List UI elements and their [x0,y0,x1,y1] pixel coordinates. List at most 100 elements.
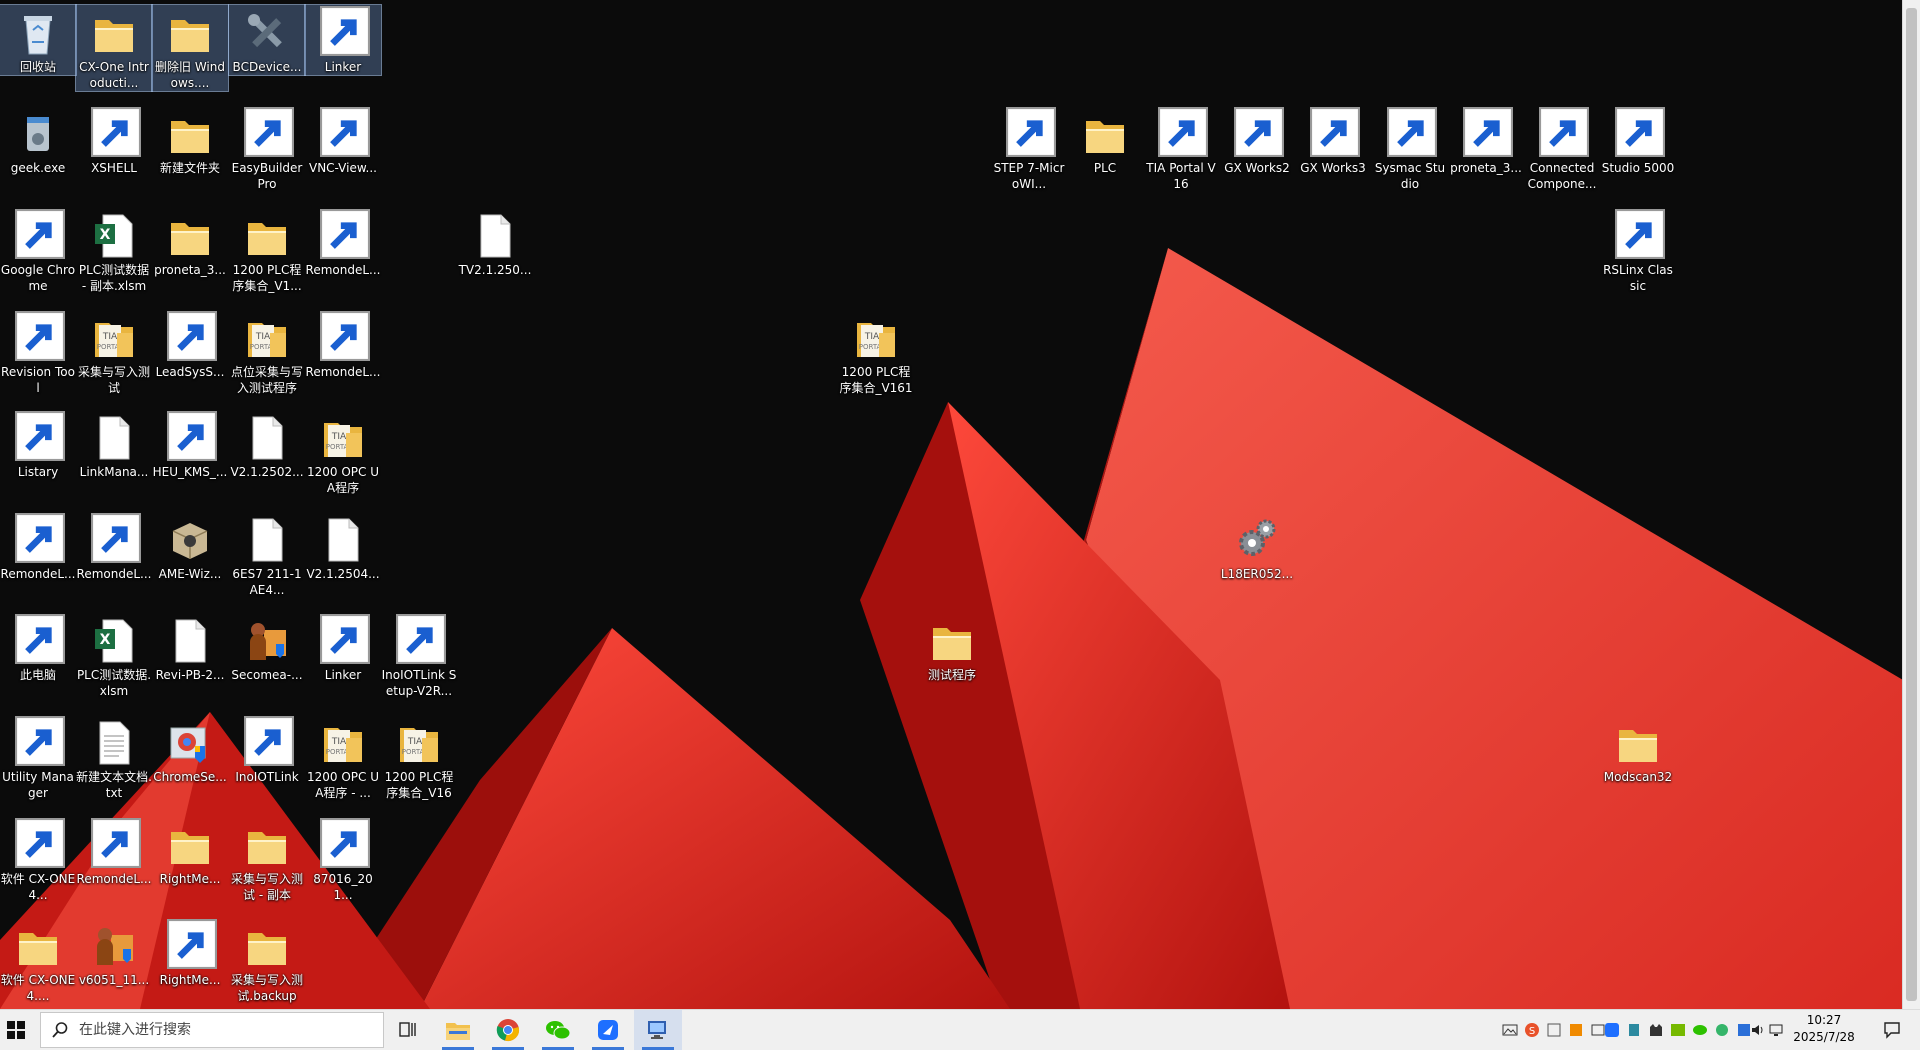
desktop-icon[interactable]: Modscan32 [1600,715,1676,785]
desktop-icon[interactable]: ZIP软件 CX-ONE4... [0,817,76,903]
desktop-icon[interactable]: 采集与写入测试 - 副本 [229,817,305,903]
link-icon [13,513,65,565]
desktop-icon[interactable]: LeadSysS... [152,310,228,380]
desktop-icon[interactable]: 此电脑 [0,613,76,683]
desktop-icon[interactable]: HEU_KMS_... [152,410,228,480]
chrome-icon [13,209,65,261]
notification-button[interactable] [1872,1010,1912,1050]
tray-icon-window[interactable] [1546,1022,1562,1038]
desktop-icon[interactable]: Linker [305,613,381,683]
tray-icon-teal[interactable] [1626,1022,1642,1038]
desktop-icon[interactable]: LinkMana... [76,410,152,480]
desktop-icon[interactable]: TV2.1.250... [457,208,533,278]
taskbar-search[interactable] [40,1012,384,1048]
desktop-icon[interactable]: RemondeL... [305,208,381,278]
desktop-icon[interactable]: IOTInoIOTLink Setup-V2R... [381,613,457,699]
task-view-button[interactable] [384,1010,432,1050]
desktop-icon[interactable]: TIA PORTAL 1200 PLC程序集合_V16 [381,715,457,801]
tray-icon-sogou[interactable]: S [1524,1022,1540,1038]
search-icon [52,1022,68,1038]
desktop-icon[interactable]: Linker [304,4,382,76]
volume-icon[interactable] [1750,1022,1766,1038]
desktop-icon[interactable]: L18ER052... [1219,512,1295,582]
desktop-icon[interactable]: ZIP87016_201... [305,817,381,903]
desktop-icon[interactable]: VC VNC-View... [305,106,381,176]
tray-icon-image[interactable] [1502,1022,1518,1038]
desktop-icon[interactable]: XSHELL [76,106,152,176]
start-button[interactable] [0,1010,32,1050]
desktop-icon[interactable]: 1200 PLC程序集合_V1... [229,208,305,294]
desktop-icon[interactable]: X PLC测试数据 - 副本.xlsm [76,208,152,294]
tray-icon-orange[interactable] [1568,1022,1584,1038]
desktop-icon[interactable]: ZIP RightMe... [152,918,228,988]
svg-text:TIA: TIA [102,332,118,342]
desktop-icon[interactable]: Google Chrome [0,208,76,294]
desktop-icon[interactable]: X PLC测试数据.xlsm [76,613,152,699]
taskbar-wechat[interactable] [534,1010,582,1050]
desktop-icon[interactable]: 测试程序 [914,613,990,683]
taskbar-clock[interactable]: 10:27 2025/7/28 [1786,1012,1862,1048]
desktop-icon[interactable]: AME-Wiz... [152,512,228,582]
scrollbar-thumb[interactable] [1906,8,1917,1001]
desktop-icon[interactable]: CX-One Introducti... [75,4,153,92]
taskbar-file-explorer[interactable] [434,1010,482,1050]
desktop-scrollbar[interactable] [1902,0,1920,1009]
search-input[interactable] [77,1021,371,1039]
desktop-icon[interactable]: 删除旧 Windows.... [151,4,229,92]
chrome-icon [496,1019,520,1042]
desktop-icon[interactable]: 软件 CX-ONE4.... [0,918,76,1004]
taskbar-remote-desktop[interactable] [634,1010,682,1050]
desktop-icon[interactable]: Studio 5000 [1600,106,1676,176]
desktop-icon[interactable]: Utility Manager [0,715,76,801]
desktop-icon[interactable]: proneta_3... [152,208,228,278]
desktop-icon[interactable]: RSLinx Classic [1600,208,1676,294]
desktop-icon[interactable]: 新建文本文档.txt [76,715,152,801]
desktop-icon-label: PLC测试数据.xlsm [76,668,152,698]
desktop-icon[interactable]: V2.1.2504... [305,512,381,582]
desktop-icon[interactable]: geek.exe [0,106,76,176]
desktop-icon[interactable]: 采集与写入测试.backup [229,918,305,1004]
desktop-icon[interactable]: v6051_11... [76,918,152,988]
tray-icon-nvidia[interactable] [1670,1022,1686,1038]
folder-icon [165,8,215,58]
taskbar-feishu[interactable] [584,1010,632,1050]
desktop-icon[interactable]: Revi-PB-2... [152,613,228,683]
tray-icon-cat[interactable] [1648,1022,1664,1038]
desktop-icon[interactable]: 6ES7 211-1AE4... [229,512,305,598]
desktop-icon[interactable]: RightMe... [152,817,228,887]
tray-icon-wechat[interactable] [1692,1022,1708,1038]
desktop-icon[interactable]: TIA PORTAL 1200 PLC程序集合_V161 [838,310,914,396]
desktop-icon[interactable]: GX Works3 [1295,106,1371,176]
desktop-icon[interactable]: PLC [1067,106,1143,176]
desktop-icon[interactable]: 回收站 [0,4,77,76]
desktop-icon[interactable]: RemondeL... [0,512,76,582]
desktop-icon[interactable]: TIA PORTAL 点位采集与写入测试程序 [229,310,305,396]
desktop-icon[interactable]: ChromeSe... [152,715,228,785]
desktop-icon[interactable]: Sysmac Studio [1372,106,1448,192]
desktop-icon[interactable]: TIA PORTAL 1200 OPC UA程序 - ... [305,715,381,801]
desktop-icon[interactable]: EasyBuilder Pro [229,106,305,192]
desktop-icon[interactable]: TIAV16TIA Portal V16 [1143,106,1219,192]
network-icon[interactable] [1768,1022,1784,1038]
desktop-icon[interactable]: 新建文件夹 [152,106,228,176]
taskbar-chrome[interactable] [484,1010,532,1050]
desktop-icon[interactable]: TIA PORTAL 1200 OPC UA程序 [305,410,381,496]
desktop-icon[interactable]: V2.1.2502... [229,410,305,480]
desktop-icon[interactable]: Listary [0,410,76,480]
desktop-icon[interactable]: ZIP proneta_3... [1448,106,1524,176]
desktop-icon[interactable]: Connected Compone... [1524,106,1600,192]
desktop-icon[interactable]: Secomea-... [229,613,305,683]
tray-icon-blue-app[interactable] [1604,1022,1620,1038]
desktop-icon[interactable]: BCDevice... [228,4,306,76]
desktop-icon[interactable]: RemondeL... [76,512,152,582]
svg-text:TIA: TIA [331,432,347,442]
desktop-icon[interactable]: RemondeL... [76,817,152,887]
desktop-icon[interactable]: TIA PORTAL 采集与写入测试 [76,310,152,396]
desktop-icon[interactable]: IOT InoIOTLink [229,715,305,785]
desktop-icon[interactable]: GX Works2 [1219,106,1295,176]
desktop-icon[interactable]: Revision Tool [0,310,76,396]
desktop-icon[interactable]: RemondeL... [305,310,381,380]
desktop-icon[interactable]: STEP 7-MicroWI... [991,106,1067,192]
desktop-icon-label: 1200 PLC程序集合_V1... [232,263,302,293]
tray-icon-green-app[interactable] [1714,1022,1730,1038]
